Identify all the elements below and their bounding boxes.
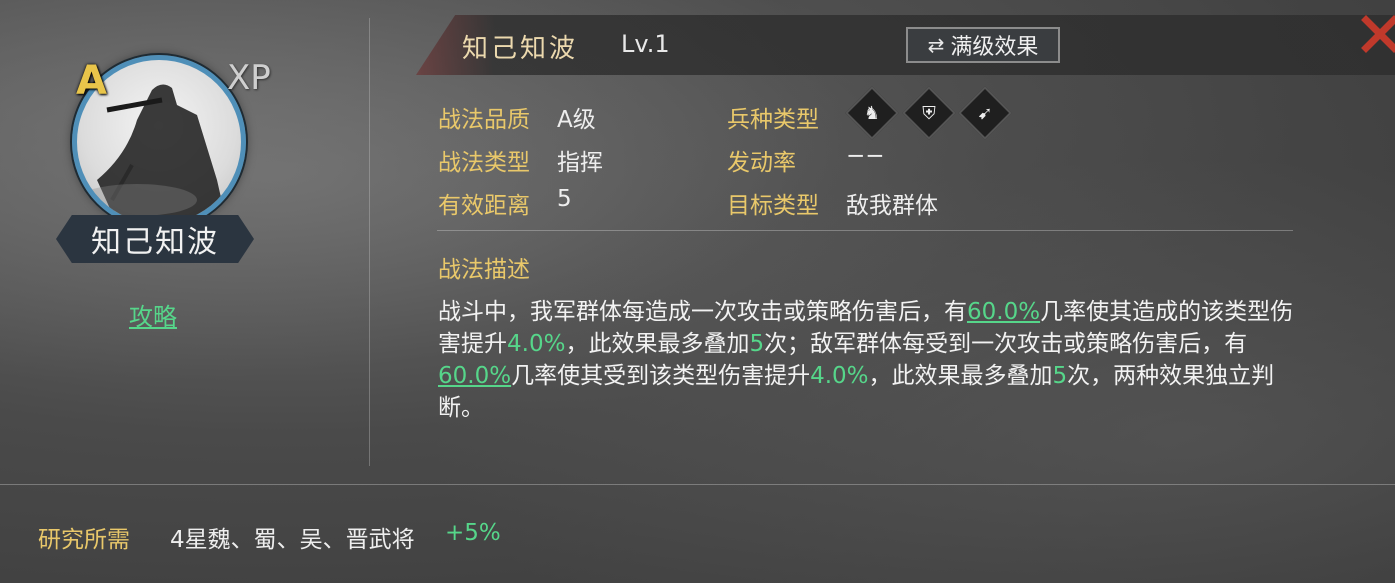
skill-grade-badge: A [76, 58, 107, 104]
skill-title: 知己知波 [462, 34, 579, 64]
stack-value: 5 [749, 331, 765, 357]
skill-level: Lv.1 [621, 30, 670, 58]
chance-value[interactable]: 60.0% [967, 299, 1040, 325]
research-bonus: +5% [445, 520, 501, 546]
range-label: 有效距离 [438, 193, 530, 219]
bottom-divider [0, 484, 1395, 485]
chance-value[interactable]: 60.0% [438, 363, 511, 389]
max-level-effect-label: 满级效果 [950, 35, 1039, 60]
boost-value: 4.0% [810, 363, 869, 389]
boost-value: 4.0% [507, 331, 566, 357]
max-level-effect-button[interactable]: ⇄ 满级效果 [906, 27, 1060, 63]
range-value: 5 [557, 186, 572, 212]
quality-label: 战法品质 [438, 107, 530, 133]
description-text: 战斗中，我军群体每造成一次攻击或策略伤害后，有60.0%几率使其造成的该类型伤害… [438, 299, 1294, 421]
target-type-value: 敌我群体 [846, 193, 938, 219]
target-type-label: 目标类型 [727, 193, 819, 219]
type-value: 指挥 [557, 150, 603, 176]
troop-type-label: 兵种类型 [727, 107, 819, 133]
trigger-rate-value: −− [846, 143, 885, 169]
vertical-divider [369, 18, 370, 466]
skill-portrait-panel: A XP 知己知波 攻略 [0, 0, 370, 480]
research-label: 研究所需 [38, 527, 130, 553]
research-value: 4星魏、蜀、吴、晋武将 [170, 527, 415, 553]
close-icon[interactable] [1360, 14, 1395, 54]
swap-icon: ⇄ [927, 33, 945, 57]
section-divider [437, 230, 1293, 231]
stack-value: 5 [1052, 363, 1068, 389]
description-heading: 战法描述 [438, 257, 530, 283]
xp-label: XP [227, 58, 271, 98]
skill-name-banner: 知己知波 [56, 215, 254, 263]
guide-link[interactable]: 攻略 [129, 297, 177, 332]
quality-value: A级 [557, 107, 596, 133]
type-label: 战法类型 [438, 150, 530, 176]
trigger-rate-label: 发动率 [727, 150, 796, 176]
